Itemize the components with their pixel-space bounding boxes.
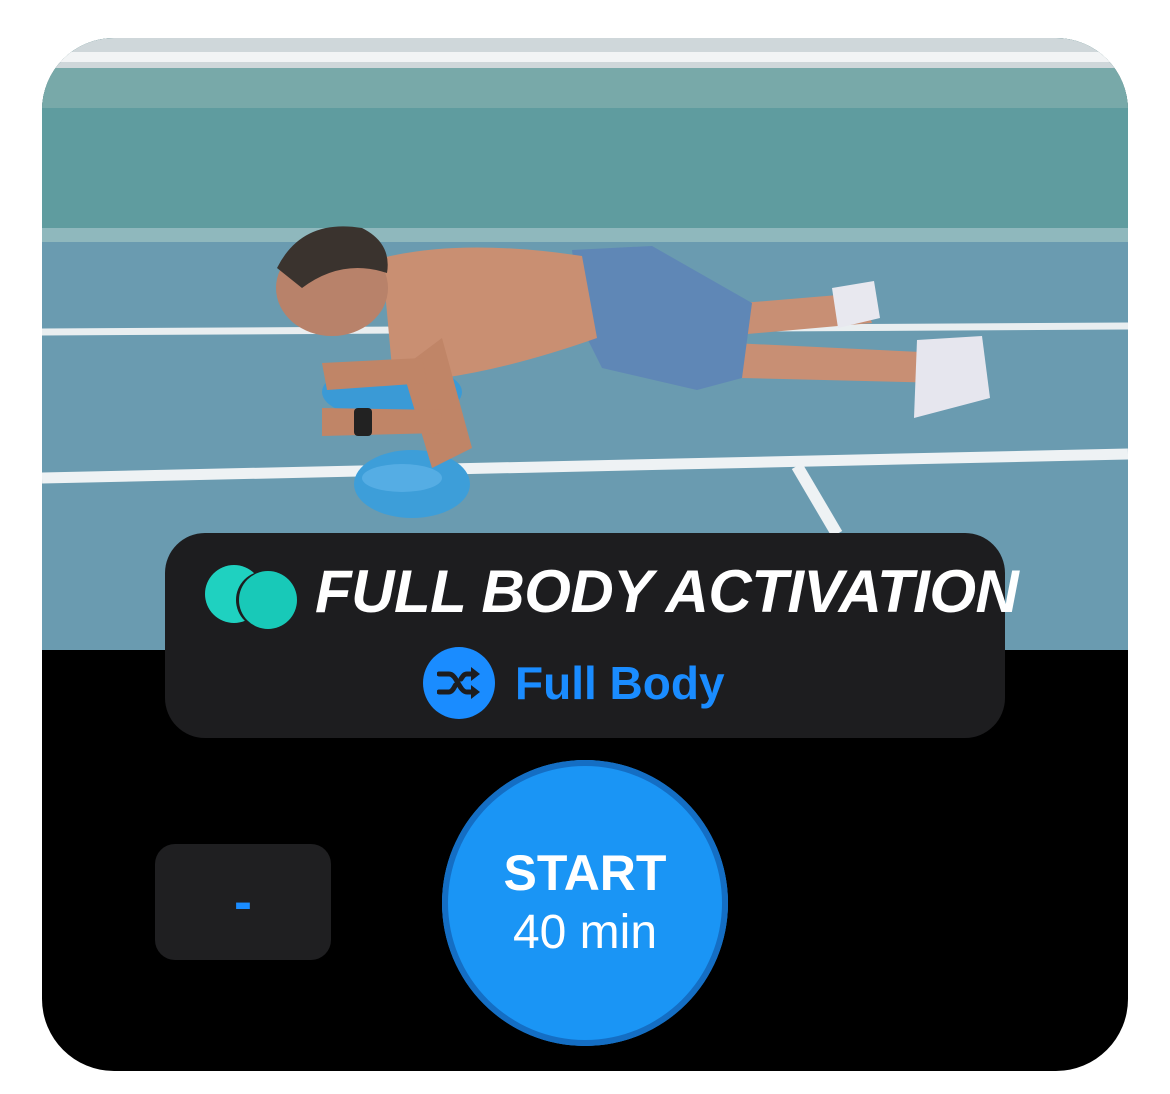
category-label: Full Body <box>515 657 725 709</box>
decrease-duration-button[interactable]: - <box>155 844 331 960</box>
start-workout-button[interactable]: START 40 min <box>442 760 728 1046</box>
duration-label: 40 min <box>512 906 658 959</box>
shuffle-icon <box>423 647 495 719</box>
workout-card[interactable]: FULL BODY ACTIVATION Full Body - START 4… <box>42 38 1128 1071</box>
two-circles-logo-icon <box>205 565 299 629</box>
workout-category: Full Body <box>423 647 725 719</box>
workout-title-pill: FULL BODY ACTIVATION Full Body <box>165 533 1019 738</box>
minus-label: - <box>234 872 252 932</box>
start-label: START <box>503 845 667 901</box>
workout-title: FULL BODY ACTIVATION <box>315 558 1019 625</box>
